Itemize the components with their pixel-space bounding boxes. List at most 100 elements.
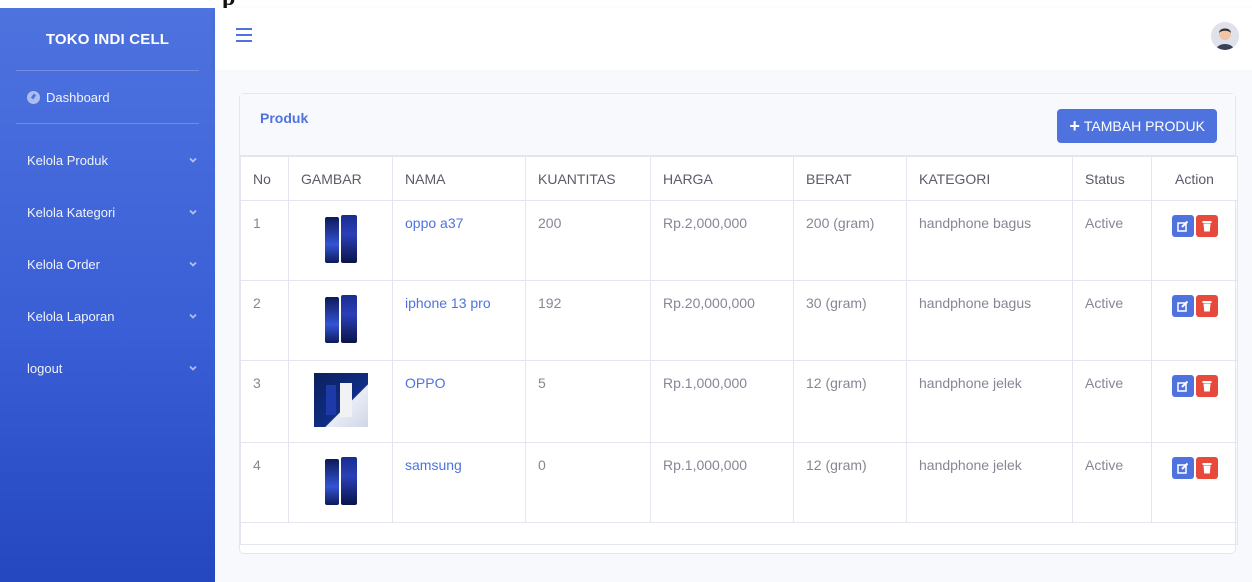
sidebar: TOKO INDI CELL Dashboard Kelola Produk K…: [0, 8, 215, 582]
edit-button[interactable]: [1171, 457, 1194, 479]
spacer-cell: [240, 522, 1238, 545]
cell-berat: 12 (gram): [793, 442, 907, 523]
cell-kuantitas: 5: [525, 360, 651, 443]
product-image: [313, 373, 368, 427]
sidebar-item-kelola-laporan[interactable]: Kelola Laporan: [0, 290, 215, 342]
cell-gambar: [288, 360, 393, 443]
header-harga[interactable]: HARGA: [650, 156, 794, 201]
sidebar-item-label: logout: [27, 360, 63, 376]
brand-name[interactable]: TOKO INDI CELL: [0, 8, 215, 70]
cell-nama[interactable]: oppo a37: [392, 200, 526, 281]
chevron-down-icon: [187, 206, 199, 218]
edit-icon: [1176, 220, 1188, 232]
topbar: [215, 8, 1252, 70]
trash-icon: [1202, 463, 1211, 474]
user-avatar-icon[interactable]: [1211, 22, 1239, 50]
edit-icon: [1176, 300, 1188, 312]
header-status[interactable]: Status: [1072, 156, 1152, 201]
edit-icon: [1176, 380, 1188, 392]
plus-icon: +: [1069, 116, 1080, 136]
edit-icon: [1176, 462, 1188, 474]
tachometer-icon: [27, 90, 40, 104]
cell-no: 2: [240, 280, 289, 361]
cell-nama[interactable]: OPPO: [392, 360, 526, 443]
table-row: 3 OPPO 5 Rp.1,000,000 12 (gram) handphon…: [240, 360, 1238, 443]
cell-no: 1: [240, 200, 289, 281]
cell-gambar: [288, 200, 393, 281]
sidebar-item-label: Kelola Produk: [27, 152, 108, 168]
sidebar-item-label: Kelola Laporan: [27, 308, 115, 324]
edit-button[interactable]: [1171, 375, 1194, 397]
card-title: Produk: [260, 110, 309, 126]
cell-kuantitas: 0: [525, 442, 651, 523]
cell-action: [1151, 442, 1238, 523]
delete-button[interactable]: [1195, 457, 1218, 479]
product-card: Produk + TAMBAH PRODUK No GAMBAR NAMA KU…: [239, 93, 1238, 554]
sidebar-item-kelola-produk[interactable]: Kelola Produk: [0, 134, 215, 186]
header-gambar[interactable]: GAMBAR: [288, 156, 393, 201]
cell-no: 3: [240, 360, 289, 443]
cell-action: [1151, 360, 1238, 443]
delete-button[interactable]: [1195, 295, 1218, 317]
add-product-button[interactable]: + TAMBAH PRODUK: [1057, 109, 1217, 143]
product-image: [323, 455, 359, 507]
product-image: [323, 213, 359, 265]
chevron-down-icon: [187, 258, 199, 270]
table-row: 4 samsung 0 Rp.1,000,000 12 (gram) handp…: [240, 442, 1238, 523]
header-kategori[interactable]: KATEGORI: [906, 156, 1073, 201]
table-row: 1 oppo a37 200 Rp.2,000,000 200 (gram) h…: [240, 200, 1238, 281]
chevron-down-icon: [187, 310, 199, 322]
cell-action: [1151, 200, 1238, 281]
delete-button[interactable]: [1195, 215, 1218, 237]
chevron-down-icon: [187, 362, 199, 374]
sidebar-item-label: Kelola Order: [27, 256, 100, 272]
trash-icon: [1202, 221, 1211, 232]
cell-nama[interactable]: iphone 13 pro: [392, 280, 526, 361]
trash-icon: [1202, 381, 1211, 392]
cell-status: Active: [1072, 200, 1152, 281]
sidebar-item-logout[interactable]: logout: [0, 342, 215, 394]
cell-action: [1151, 280, 1238, 361]
main-content: Produk + TAMBAH PRODUK No GAMBAR NAMA KU…: [215, 70, 1252, 582]
sidebar-item-dashboard[interactable]: Dashboard: [0, 71, 215, 123]
sidebar-item-label: Kelola Kategori: [27, 204, 116, 220]
cell-kategori: handphone jelek: [906, 442, 1073, 523]
cell-harga: Rp.1,000,000: [650, 442, 794, 523]
cell-harga: Rp.1,000,000: [650, 360, 794, 443]
cell-kategori: handphone jelek: [906, 360, 1073, 443]
delete-button[interactable]: [1195, 375, 1218, 397]
edit-button[interactable]: [1171, 215, 1194, 237]
header-kuantitas[interactable]: KUANTITAS: [525, 156, 651, 201]
top-strip: [0, 0, 1252, 8]
cell-kategori: handphone bagus: [906, 200, 1073, 281]
trash-icon: [1202, 301, 1211, 312]
cell-berat: 30 (gram): [793, 280, 907, 361]
table-header-row: No GAMBAR NAMA KUANTITAS HARGA BERAT KAT…: [240, 156, 1238, 201]
add-product-label: TAMBAH PRODUK: [1083, 118, 1205, 134]
cell-kategori: handphone bagus: [906, 280, 1073, 361]
header-no[interactable]: No: [240, 156, 289, 201]
card-header: Produk + TAMBAH PRODUK: [240, 94, 1235, 156]
cell-status: Active: [1072, 360, 1152, 443]
product-image: [323, 293, 359, 345]
cropped-heading: p: [222, 0, 235, 10]
header-berat[interactable]: BERAT: [793, 156, 907, 201]
table-footer-spacer: [240, 522, 1238, 545]
cell-gambar: [288, 280, 393, 361]
cell-harga: Rp.20,000,000: [650, 280, 794, 361]
header-action[interactable]: Action: [1151, 156, 1238, 201]
edit-button[interactable]: [1171, 295, 1194, 317]
cell-no: 4: [240, 442, 289, 523]
sidebar-item-kelola-order[interactable]: Kelola Order: [0, 238, 215, 290]
sidebar-item-kelola-kategori[interactable]: Kelola Kategori: [0, 186, 215, 238]
chevron-down-icon: [187, 154, 199, 166]
cell-nama[interactable]: samsung: [392, 442, 526, 523]
hamburger-icon[interactable]: [236, 28, 252, 42]
product-table: No GAMBAR NAMA KUANTITAS HARGA BERAT KAT…: [240, 156, 1238, 545]
cell-kuantitas: 192: [525, 280, 651, 361]
header-nama[interactable]: NAMA: [392, 156, 526, 201]
table-row: 2 iphone 13 pro 192 Rp.20,000,000 30 (gr…: [240, 280, 1238, 361]
cell-gambar: [288, 442, 393, 523]
cell-harga: Rp.2,000,000: [650, 200, 794, 281]
